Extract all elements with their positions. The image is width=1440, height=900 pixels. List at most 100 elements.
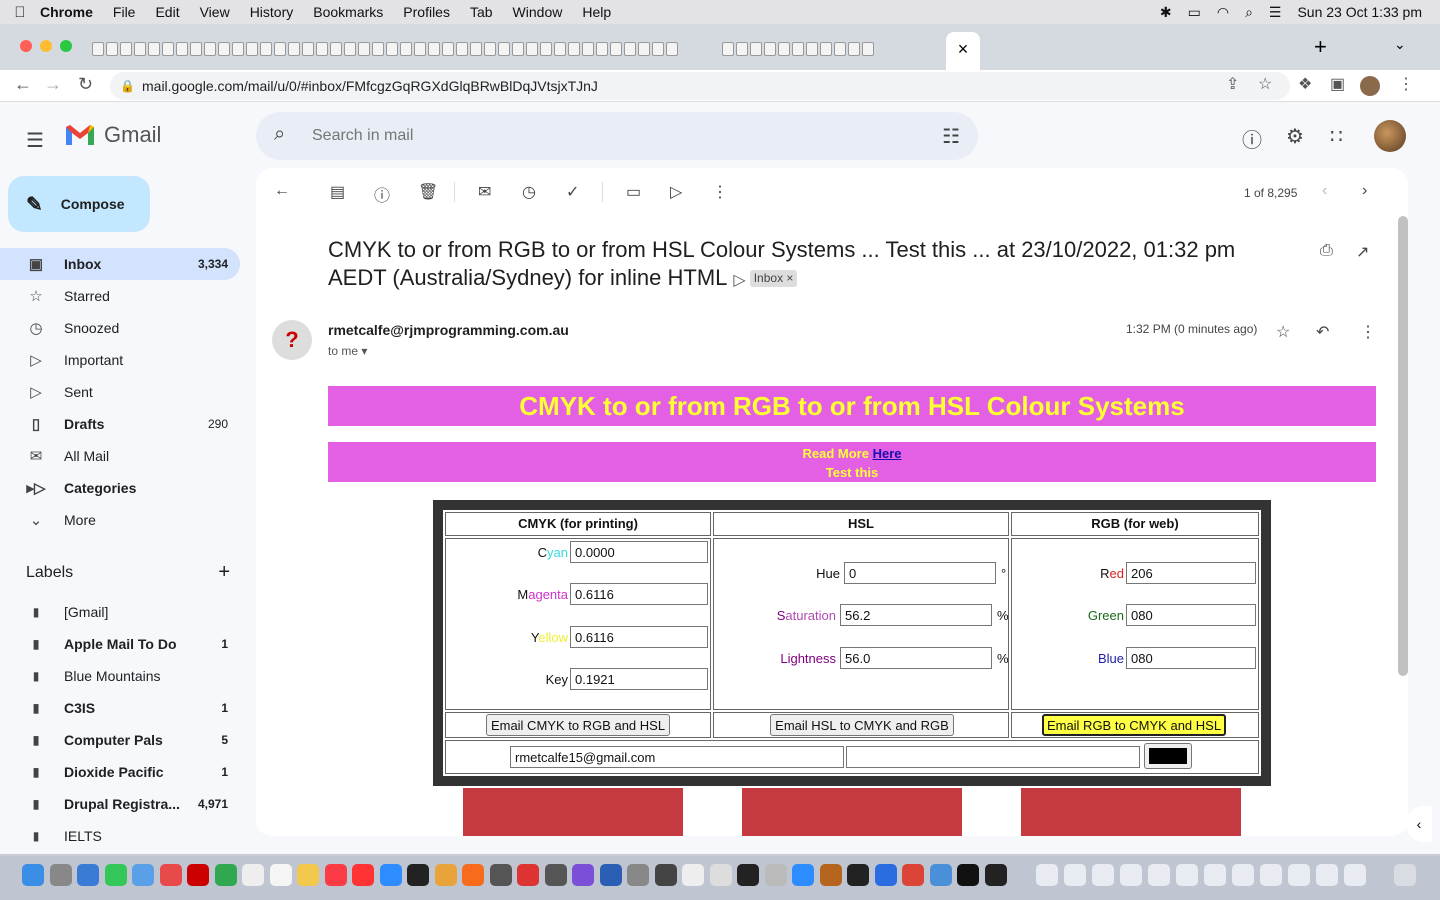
dock-app-icon[interactable] <box>22 864 44 886</box>
tab-favicon[interactable] <box>372 42 384 56</box>
dock-app-icon[interactable] <box>599 864 622 886</box>
dock-app-icon[interactable] <box>764 864 787 886</box>
label-item-c3is[interactable]: ▮ C3IS 1 <box>0 692 240 724</box>
back-arrow-icon[interactable]: ← <box>14 74 32 95</box>
main-menu-icon[interactable]: ☰ <box>26 128 44 153</box>
account-avatar[interactable] <box>1374 120 1406 152</box>
test-this-link[interactable]: Test this <box>328 463 1376 482</box>
dock-app-icon[interactable] <box>379 864 402 886</box>
sidebar-item-more[interactable]: ⌄ More <box>0 504 240 536</box>
search-icon[interactable]: ⌕ <box>274 123 285 146</box>
dock-app-icon[interactable] <box>242 864 264 886</box>
tab-favicon[interactable] <box>862 42 874 56</box>
tab-favicon[interactable] <box>834 42 846 56</box>
menu-bookmarks[interactable]: Bookmarks <box>313 4 383 20</box>
share-icon[interactable]: ⇪ <box>1226 74 1239 94</box>
dock-app-icon[interactable] <box>159 864 182 886</box>
tab-favicon[interactable] <box>806 42 818 56</box>
tab-favicon[interactable] <box>540 42 552 56</box>
sidebar-item-all-mail[interactable]: ✉ All Mail <box>0 440 240 472</box>
settings-gear-icon[interactable]: ⚙ <box>1286 124 1304 149</box>
message-more-icon[interactable]: ⋮ <box>1360 322 1376 342</box>
back-to-inbox-icon[interactable]: ← <box>274 182 290 200</box>
tab-favicon[interactable] <box>638 42 650 56</box>
minimize-window-icon[interactable] <box>40 40 52 52</box>
bookmark-star-icon[interactable]: ☆ <box>1258 74 1272 94</box>
zoom-window-icon[interactable] <box>60 40 72 52</box>
dock-minimized-window[interactable] <box>1316 864 1338 886</box>
dock-app-icon[interactable] <box>819 864 842 886</box>
dock-minimized-window[interactable] <box>1064 864 1086 886</box>
dock-app-icon[interactable] <box>132 864 154 886</box>
dock-app-icon[interactable] <box>792 864 814 886</box>
label-item-gmail[interactable]: ▮ [Gmail] <box>0 596 240 628</box>
forward-arrow-icon[interactable]: → <box>44 74 62 95</box>
star-message-icon[interactable]: ☆ <box>1276 322 1290 342</box>
add-label-icon[interactable]: + <box>218 561 230 584</box>
dock-app-icon[interactable] <box>214 864 237 886</box>
menu-help[interactable]: Help <box>582 4 611 20</box>
tab-favicon[interactable] <box>596 42 608 56</box>
dock-minimized-window[interactable] <box>1036 864 1058 886</box>
older-chevron-icon[interactable]: › <box>1362 182 1367 200</box>
dock-minimized-window[interactable] <box>1232 864 1254 886</box>
tab-search-icon[interactable]: ⌄ <box>1394 36 1406 53</box>
open-new-window-icon[interactable]: ↗ <box>1356 242 1369 262</box>
tab-favicon[interactable] <box>792 42 804 56</box>
tab-favicon[interactable] <box>568 42 580 56</box>
dock-app-icon[interactable] <box>434 864 457 886</box>
tab-favicon[interactable] <box>414 42 426 56</box>
menu-view[interactable]: View <box>200 4 230 20</box>
sidebar-item-drafts[interactable]: ▯ Drafts 290 <box>0 408 240 440</box>
chrome-menu-icon[interactable]: ⋮ <box>1398 74 1414 94</box>
tab-favicon[interactable] <box>400 42 412 56</box>
tab-favicon[interactable] <box>442 42 454 56</box>
tab-favicon[interactable] <box>190 42 202 56</box>
dock-app-icon[interactable] <box>297 864 319 886</box>
yellow-input[interactable] <box>570 626 708 648</box>
tab-favicon[interactable] <box>120 42 132 56</box>
dock-minimized-window[interactable] <box>1148 864 1170 886</box>
tab-favicon[interactable] <box>302 42 314 56</box>
side-panel-icon[interactable]: ▣ <box>1330 74 1345 94</box>
new-tab-icon[interactable]: + <box>1314 34 1327 60</box>
lightness-input[interactable] <box>840 647 992 669</box>
tab-favicon[interactable] <box>344 42 356 56</box>
dock-app-icon[interactable] <box>627 864 649 886</box>
tab-favicon[interactable] <box>232 42 244 56</box>
tab-favicon[interactable] <box>652 42 664 56</box>
tab-favicon[interactable] <box>260 42 272 56</box>
apple-icon[interactable]:  <box>0 4 40 21</box>
trash-icon[interactable] <box>1394 864 1416 886</box>
dock-minimized-window[interactable] <box>1344 864 1366 886</box>
tab-favicon[interactable] <box>358 42 370 56</box>
read-more-link[interactable]: Here <box>873 446 902 461</box>
menu-history[interactable]: History <box>250 4 294 20</box>
tab-favicon[interactable] <box>848 42 860 56</box>
email-address-input[interactable] <box>510 746 844 768</box>
snooze-icon[interactable]: ◷ <box>522 182 536 202</box>
tab-favicon[interactable] <box>736 42 748 56</box>
tab-favicon[interactable] <box>274 42 286 56</box>
dock-minimized-window[interactable] <box>1288 864 1310 886</box>
email-cmyk-button[interactable]: Email CMYK to RGB and HSL <box>486 714 670 736</box>
move-to-icon[interactable]: ▭ <box>626 182 641 202</box>
label-item-computer-pals[interactable]: ▮ Computer Pals 5 <box>0 724 240 756</box>
sidebar-item-categories[interactable]: ▸▷ Categories <box>0 472 240 504</box>
dock-app-icon[interactable] <box>984 864 1007 886</box>
important-marker-icon[interactable]: ▷ <box>733 272 745 289</box>
dock-app-icon[interactable] <box>49 864 72 886</box>
tab-favicon[interactable] <box>106 42 118 56</box>
dock-app-icon[interactable] <box>654 864 677 886</box>
label-item-drupal[interactable]: ▮ Drupal Registra... 4,971 <box>0 788 240 820</box>
gmail-logo[interactable]: Gmail <box>64 122 161 148</box>
close-tab-icon[interactable]: × <box>958 39 969 59</box>
menu-window[interactable]: Window <box>513 4 563 20</box>
extra-input[interactable] <box>846 746 1140 768</box>
blue-input[interactable] <box>1126 647 1256 669</box>
key-input[interactable] <box>570 668 708 690</box>
dock-app-icon[interactable] <box>324 864 347 886</box>
dock-app-icon[interactable] <box>352 864 374 886</box>
dock-app-icon[interactable] <box>544 864 567 886</box>
dock-minimized-window[interactable] <box>1176 864 1198 886</box>
